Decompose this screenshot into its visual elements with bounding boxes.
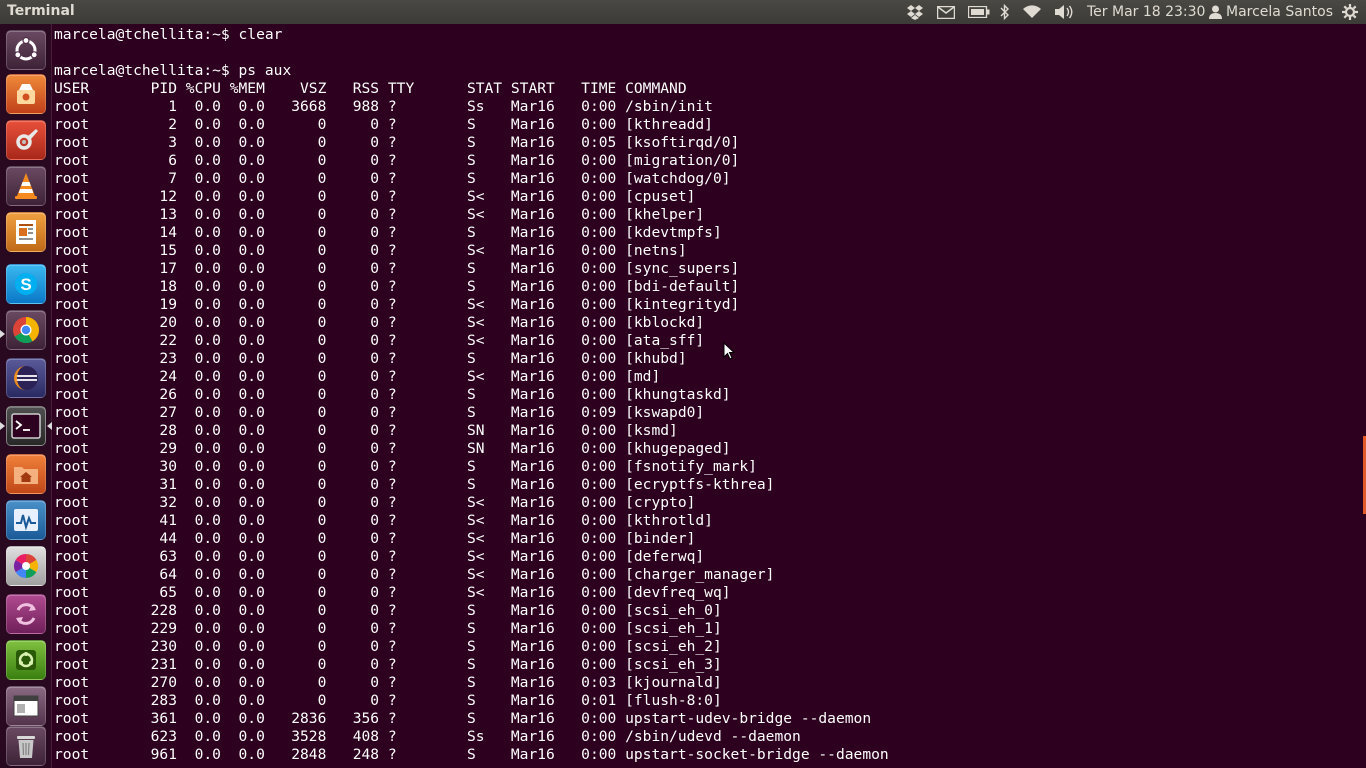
process-row: root 65 0.0 0.0 0 0 ? S< Mar16 0:00 [dev… [54, 584, 731, 601]
process-row: root 14 0.0 0.0 0 0 ? S Mar16 0:00 [kdev… [54, 224, 722, 241]
process-row: root 270 0.0 0.0 0 0 ? S Mar16 0:03 [kjo… [54, 674, 722, 691]
process-row: root 15 0.0 0.0 0 0 ? S< Mar16 0:00 [net… [54, 242, 687, 259]
mail-icon[interactable] [934, 0, 958, 24]
bluetooth-icon[interactable] [996, 0, 1014, 24]
launcher-libreoffice-impress[interactable] [6, 212, 46, 252]
dropbox-icon[interactable] [904, 0, 926, 24]
mouse-pointer-icon [723, 342, 735, 360]
launcher-home-folder[interactable] [6, 454, 46, 494]
process-row: root 18 0.0 0.0 0 0 ? S Mar16 0:00 [bdi-… [54, 278, 740, 295]
launcher-picasa[interactable] [6, 546, 46, 586]
launcher: S [0, 24, 52, 768]
skype-icon: S [15, 273, 37, 295]
home-folder-icon [14, 467, 38, 484]
process-row: root 27 0.0 0.0 0 0 ? S Mar16 0:09 [kswa… [54, 404, 705, 421]
terminal-output[interactable]: marcela@tchellita:~$ clear marcela@tchell… [54, 26, 889, 764]
process-row: root 7 0.0 0.0 0 0 ? S Mar16 0:00 [watch… [54, 170, 731, 187]
launcher-workspace-switcher[interactable] [6, 594, 46, 634]
volume-icon[interactable] [1052, 0, 1076, 24]
prompt-line [54, 44, 889, 62]
launcher-system-monitor[interactable] [6, 500, 46, 540]
process-row: root 1 0.0 0.0 3668 988 ? Ss Mar16 0:00 … [54, 98, 713, 115]
process-row: root 361 0.0 0.0 2836 356 ? S Mar16 0:00… [54, 710, 872, 727]
wifi-icon[interactable] [1020, 0, 1044, 24]
gear-icon[interactable] [1340, 0, 1360, 24]
prompt-line: marcela@tchellita:~$ ps aux [54, 62, 292, 79]
window-icon [13, 695, 39, 717]
battery-icon[interactable] [966, 0, 992, 24]
app-orange-icon [17, 84, 35, 104]
process-row: root 23 0.0 0.0 0 0 ? S Mar16 0:00 [khub… [54, 350, 687, 367]
process-row: root 64 0.0 0.0 0 0 ? S< Mar16 0:00 [cha… [54, 566, 775, 583]
process-row: root 961 0.0 0.0 2848 248 ? S Mar16 0:00… [54, 746, 889, 763]
ubuntu-logo-icon [14, 36, 38, 61]
process-row: root 228 0.0 0.0 0 0 ? S Mar16 0:00 [scs… [54, 602, 722, 619]
launcher-skype[interactable]: S [6, 264, 46, 304]
process-row: root 283 0.0 0.0 0 0 ? S Mar16 0:01 [flu… [54, 692, 722, 709]
trash-icon [17, 736, 35, 758]
settings-tools-icon [16, 129, 38, 150]
process-row: root 6 0.0 0.0 0 0 ? S Mar16 0:00 [migra… [54, 152, 740, 169]
process-row: root 29 0.0 0.0 0 0 ? SN Mar16 0:00 [khu… [54, 440, 731, 457]
process-row: root 19 0.0 0.0 0 0 ? S< Mar16 0:00 [kin… [54, 296, 740, 313]
process-row: root 20 0.0 0.0 0 0 ? S< Mar16 0:00 [kbl… [54, 314, 705, 331]
process-row: root 3 0.0 0.0 0 0 ? S Mar16 0:05 [ksoft… [54, 134, 740, 151]
launcher-chrome[interactable] [6, 310, 46, 350]
presentation-icon [16, 220, 36, 244]
process-row: root 230 0.0 0.0 0 0 ? S Mar16 0:00 [scs… [54, 638, 722, 655]
process-row: root 44 0.0 0.0 0 0 ? S< Mar16 0:00 [bin… [54, 530, 696, 547]
user-name[interactable]: Marcela Santos [1226, 4, 1333, 20]
process-row: root 231 0.0 0.0 0 0 ? S Mar16 0:00 [scs… [54, 656, 722, 673]
process-row: root 2 0.0 0.0 0 0 ? S Mar16 0:00 [kthre… [54, 116, 713, 133]
clock[interactable]: Ter Mar 18 23:30 [1087, 4, 1205, 20]
process-row: root 32 0.0 0.0 0 0 ? S< Mar16 0:00 [cry… [54, 494, 696, 511]
launcher-eclipse[interactable] [6, 358, 46, 398]
launcher-dash-home[interactable] [6, 30, 46, 70]
app-title: Terminal [7, 3, 75, 19]
system-monitor-icon [14, 509, 38, 531]
vlc-cone-icon [15, 173, 37, 199]
process-row: root 12 0.0 0.0 0 0 ? S< Mar16 0:00 [cpu… [54, 188, 696, 205]
terminal-icon [11, 413, 41, 439]
process-row: root 24 0.0 0.0 0 0 ? S< Mar16 0:00 [md] [54, 368, 661, 385]
ps-header-row: USER PID %CPU %MEM VSZ RSS TTY STAT STAR… [54, 80, 687, 97]
chrome-running-indicator [0, 330, 5, 338]
user-icon[interactable] [1207, 0, 1223, 24]
svg-text:S: S [20, 275, 31, 294]
picasa-icon [13, 554, 39, 578]
terminal-running-indicator [0, 422, 5, 430]
process-row: root 26 0.0 0.0 0 0 ? S Mar16 0:00 [khun… [54, 386, 731, 403]
launcher-system-settings[interactable] [6, 120, 46, 160]
process-row: root 22 0.0 0.0 0 0 ? S< Mar16 0:00 [ata… [54, 332, 705, 349]
launcher-app-orange[interactable] [6, 74, 46, 114]
process-row: root 31 0.0 0.0 0 0 ? S Mar16 0:00 [ecry… [54, 476, 775, 493]
process-row: root 17 0.0 0.0 0 0 ? S Mar16 0:00 [sync… [54, 260, 740, 277]
launcher-software-updater[interactable] [6, 640, 46, 680]
workspace-switcher-icon [16, 603, 36, 625]
software-updater-icon [16, 650, 36, 670]
launcher-terminal[interactable] [6, 406, 46, 446]
process-row: root 13 0.0 0.0 0 0 ? S< Mar16 0:00 [khe… [54, 206, 705, 223]
prompt-line: marcela@tchellita:~$ clear [54, 26, 283, 43]
terminal-window[interactable]: marcela@tchellita:~$ clear marcela@tchell… [52, 24, 1366, 768]
process-row: root 41 0.0 0.0 0 0 ? S< Mar16 0:00 [kth… [54, 512, 713, 529]
eclipse-icon [14, 366, 38, 390]
launcher-trash[interactable] [6, 726, 46, 766]
process-row: root 63 0.0 0.0 0 0 ? S< Mar16 0:00 [def… [54, 548, 705, 565]
process-row: root 623 0.0 0.0 3528 408 ? Ss Mar16 0:0… [54, 728, 801, 745]
process-row: root 28 0.0 0.0 0 0 ? SN Mar16 0:00 [ksm… [54, 422, 678, 439]
launcher-vlc[interactable] [6, 166, 46, 206]
launcher-window-app[interactable] [6, 686, 46, 726]
chrome-icon [13, 317, 40, 344]
process-row: root 229 0.0 0.0 0 0 ? S Mar16 0:00 [scs… [54, 620, 722, 637]
process-row: root 30 0.0 0.0 0 0 ? S Mar16 0:00 [fsno… [54, 458, 757, 475]
top-panel: Terminal Ter Mar 18 23:30 Marcela Santos [0, 0, 1366, 24]
